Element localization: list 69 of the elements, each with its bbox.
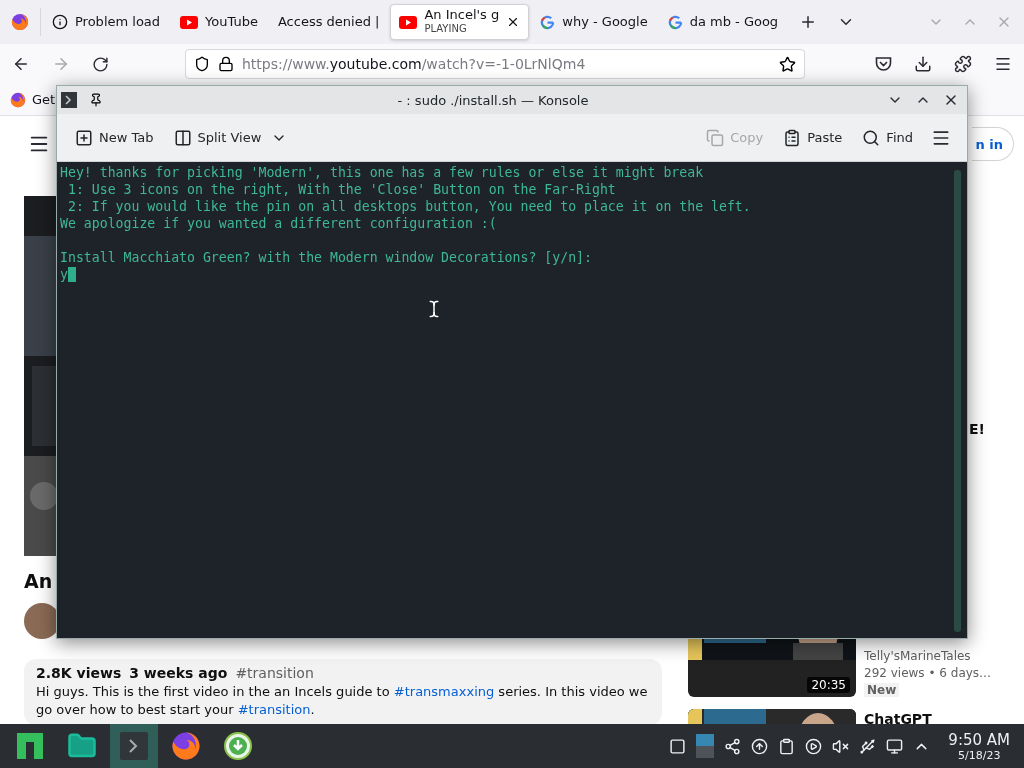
hashtag-link[interactable]: #transmaxxing	[393, 684, 495, 699]
video-title[interactable]: ChatGPT	[864, 711, 932, 724]
video-title: An	[24, 570, 54, 592]
search-icon	[862, 128, 881, 147]
video-stat: #transition	[235, 665, 314, 681]
toolbar-button[interactable]: Find	[856, 124, 919, 151]
browser-tab[interactable]: da mb - Goog	[658, 4, 788, 40]
manjaro-logo-icon	[17, 733, 43, 759]
split-view-icon	[173, 128, 192, 147]
browser-tab[interactable]: YouTube	[171, 4, 267, 40]
lock-icon	[218, 56, 234, 72]
reload-icon	[92, 55, 109, 73]
youtube-icon	[180, 15, 199, 29]
description-panel[interactable]: 2.8K views 3 weeks ago #transition Hi guys. This is the first video in the an Incels guide to #transmaxxing series. In this video we go over how to best start your #transition.	[24, 659, 662, 724]
firefox-icon	[10, 91, 26, 108]
toolbar-button[interactable]: Paste	[777, 124, 849, 151]
toolbar-button[interactable]: New Tab	[69, 124, 160, 151]
paste-icon	[783, 128, 802, 147]
hashtag-link[interactable]: #transition	[237, 702, 311, 717]
download-icon	[224, 732, 252, 760]
browser-tab[interactable]: Problem load	[43, 4, 170, 40]
google-icon	[540, 14, 556, 30]
video-stat: 3 weeks ago	[129, 665, 228, 681]
forward-arrow-icon	[52, 55, 70, 73]
terminal-icon	[61, 92, 77, 108]
firefox-icon	[11, 13, 29, 31]
channel-name: Telly'sMarineTales	[864, 649, 972, 663]
usb-icon	[859, 737, 877, 755]
video-description: Hi guys. This is the first video in the an Incels guide to #transmaxxing series. In this video we go over how to best start your #transition.	[36, 683, 649, 719]
window-icon	[669, 737, 687, 755]
firefox-icon	[171, 731, 201, 761]
terminal-icon	[120, 732, 148, 760]
pocket-icon	[875, 56, 892, 72]
monitor-icon	[886, 737, 904, 755]
bookmark-star-icon[interactable]	[779, 55, 796, 73]
shield-icon	[194, 56, 210, 72]
sign-in-button[interactable]: n in	[971, 127, 1014, 161]
pin-icon[interactable]	[89, 93, 103, 107]
browser-tab[interactable]: Access denied |	[268, 4, 389, 40]
update-icon	[751, 737, 769, 755]
bookmark-link[interactable]: Get	[10, 91, 56, 108]
menu-icon	[994, 55, 1012, 73]
window-title: - : sudo ./install.sh — Konsole	[396, 92, 590, 108]
address-bar[interactable]: https://www.youtube.com/watch?v=-1-0LrNlQm4	[185, 49, 805, 79]
toolbar-button[interactable]: Split View	[167, 124, 294, 151]
download-icon	[914, 55, 932, 73]
new-tab-icon	[75, 128, 93, 147]
copy-icon	[706, 128, 725, 147]
browser-tab[interactable]: An Incel's g PLAYING	[390, 4, 530, 40]
video-duration: 20:35	[807, 677, 850, 693]
terminal-output: Hey! thanks for picking 'Modern', this one has a few rules or else it might break 1: Use 3 icons on the right, With the 'Close' Button on the Far-Right 2: If you would like the pin on all desktops button, You need to place it on the left. We apologize if you wanted a different configuration :( Install Macchiato Green? with the Modern window Decorations? [y/n]: y	[60, 164, 752, 284]
clock-date[interactable]: 5/18/23	[957, 748, 1001, 762]
browser-tab[interactable]: why - Google	[531, 4, 657, 40]
url-text: https://www.youtube.com/watch?v=-1-0LrNlQm4	[242, 56, 587, 72]
google-icon	[667, 14, 683, 30]
desktop-pager-icon	[696, 734, 715, 758]
video-meta: 292 views • 6 days…	[864, 666, 992, 680]
network-icon	[724, 737, 742, 755]
video-stat: 2.8K views	[36, 665, 122, 681]
clock-time[interactable]: 9:50 AM	[948, 730, 1010, 749]
muted-speaker-icon	[832, 737, 850, 755]
sidebar-text: E!	[969, 421, 986, 437]
info-icon	[52, 14, 68, 30]
clipboard-icon	[778, 737, 796, 755]
scrollbar[interactable]	[954, 170, 961, 632]
new-badge: New	[864, 683, 900, 697]
youtube-icon	[399, 15, 418, 29]
play-icon	[805, 737, 823, 755]
puzzle-icon	[954, 55, 972, 73]
